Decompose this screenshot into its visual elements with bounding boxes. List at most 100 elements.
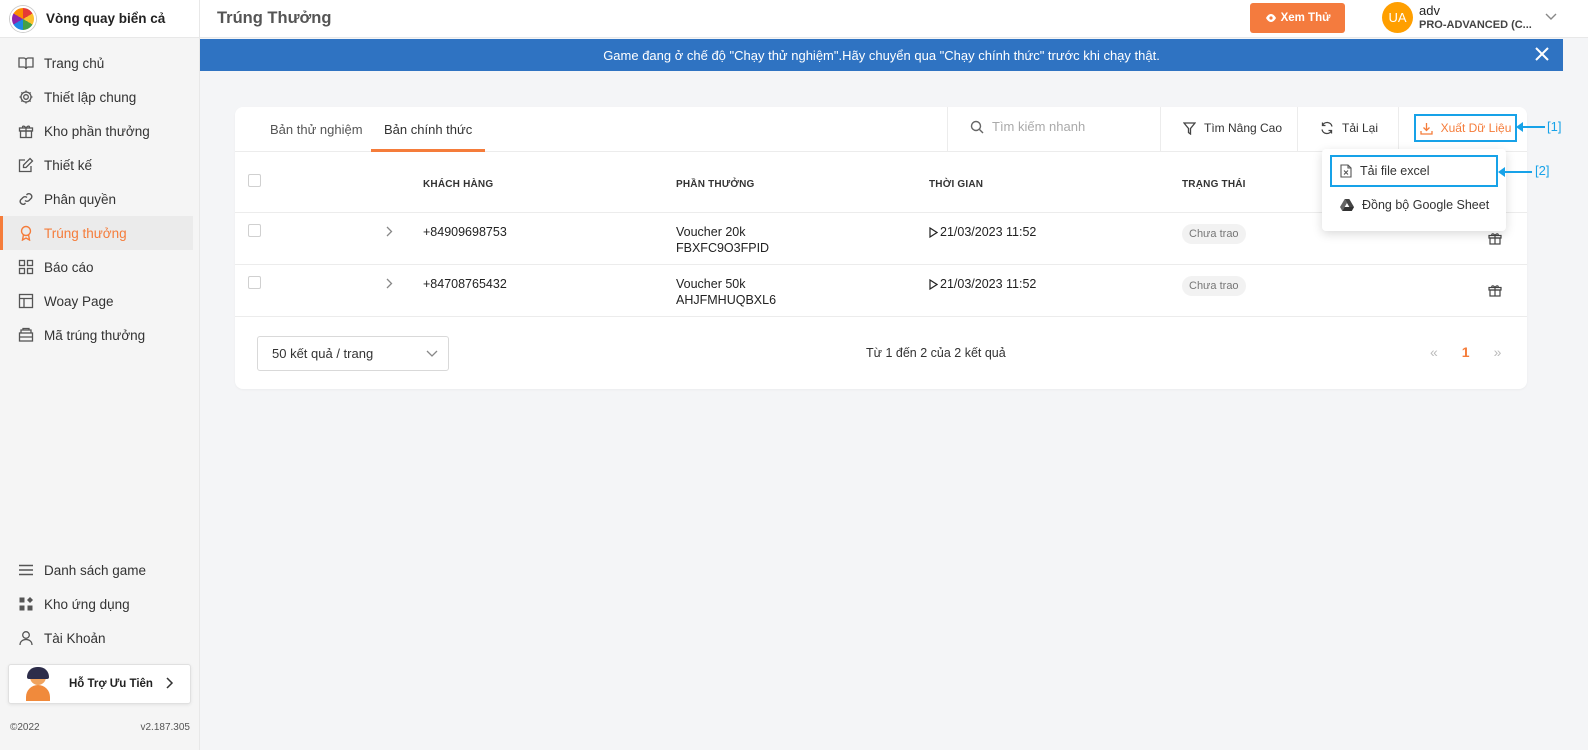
avatar: UA [1382, 2, 1413, 33]
sidebar-item-label: Tài Khoản [44, 630, 106, 646]
sidebar-item-kho-ung-dung[interactable]: Kho ứng dụng [0, 587, 194, 621]
sidebar-item-tai-khoan[interactable]: Tài Khoản [0, 621, 194, 655]
won-time: 21/03/2023 11:52 [940, 277, 1037, 291]
divider [1297, 107, 1298, 152]
sidebar-item-label: Kho phần thưởng [44, 123, 150, 139]
excel-file-icon [1340, 164, 1352, 178]
menu-item-download-excel[interactable]: Tải file excel [1330, 155, 1498, 187]
sidebar-item-trang-chu[interactable]: Trang chủ [0, 46, 193, 80]
filter-icon [1183, 121, 1196, 135]
won-time: 21/03/2023 11:52 [940, 225, 1037, 239]
book-icon [18, 55, 34, 71]
sidebar-item-label: Thiết kế [44, 157, 93, 173]
sidebar-item-ma-trung-thuong[interactable]: Mã trúng thưởng [0, 318, 193, 352]
sidebar-bottom-nav: Danh sách game Kho ứng dụng Tài Khoản [0, 553, 200, 655]
eye-icon [1265, 13, 1277, 23]
export-data-button[interactable]: Xuất Dữ Liệu [1414, 114, 1517, 142]
prev-page-icon[interactable]: « [1430, 344, 1438, 360]
pagination: « 1 » [1430, 344, 1501, 360]
advanced-search-button[interactable]: Tìm Nâng Cao [1183, 121, 1282, 135]
reward-name: Voucher 20k [676, 225, 746, 239]
status-badge: Chưa trao [1182, 224, 1246, 244]
preview-label: Xem Thử [1280, 12, 1331, 24]
sidebar-nav: Trang chủ Thiết lập chung Kho phần thưởn… [0, 46, 199, 352]
sidebar-item-label: Phân quyền [44, 191, 117, 207]
user-plan: PRO-ADVANCED (C... [1419, 18, 1532, 31]
time-cell: 21/03/2023 11:52 [929, 276, 1036, 292]
tab-test-version[interactable]: Bản thử nghiệm [270, 107, 363, 152]
layout-icon [18, 293, 34, 309]
version: v2.187.305 [140, 722, 191, 733]
menu-icon [18, 562, 34, 578]
ticket-icon [18, 327, 34, 343]
next-page-icon[interactable]: » [1494, 344, 1502, 360]
search-input[interactable] [992, 119, 1162, 134]
export-dropdown-menu: Tải file excel Đồng bộ Google Sheet [1322, 149, 1506, 231]
top-header: Trúng Thưởng Xem Thử UA adv PRO-ADVANCED… [200, 0, 1588, 38]
status-badge: Chưa trao [1182, 276, 1246, 296]
tab-official-version[interactable]: Bản chính thức [371, 107, 486, 152]
page-number[interactable]: 1 [1462, 344, 1470, 360]
page-title: Trúng Thưởng [217, 9, 332, 27]
refresh-icon [1320, 121, 1334, 135]
gear-icon [18, 89, 34, 105]
select-all-checkbox[interactable] [248, 174, 261, 187]
sidebar-item-label: Kho ứng dụng [44, 596, 130, 612]
play-icon [929, 278, 938, 290]
table-row: +84708765432 Voucher 50k AHJFMHUQBXL6 21… [235, 265, 1527, 317]
card-toolbar: Bản thử nghiệm Bản chính thức Tìm Nâng C… [235, 107, 1527, 152]
divider [1160, 107, 1161, 152]
sidebar: Vòng quay biển cả Trang chủ Thiết lập ch… [0, 0, 200, 750]
reward-cell: Voucher 20k FBXFC9O3FPID [676, 224, 769, 256]
gift-icon[interactable] [1488, 283, 1502, 300]
sidebar-item-label: Trang chủ [44, 55, 105, 71]
chevron-right-icon[interactable] [385, 225, 393, 240]
edit-icon [18, 157, 34, 173]
brand[interactable]: Vòng quay biển cả [0, 0, 199, 38]
sidebar-item-danh-sach-game[interactable]: Danh sách game [0, 553, 194, 587]
column-header-customer[interactable]: KHÁCH HÀNG [423, 179, 493, 190]
sidebar-item-woay-page[interactable]: Woay Page [0, 284, 193, 318]
reload-label: Tải Lại [1342, 121, 1379, 135]
sidebar-item-thiet-ke[interactable]: Thiết kế [0, 148, 193, 182]
sidebar-item-thiet-lap-chung[interactable]: Thiết lập chung [0, 80, 193, 114]
chevron-down-icon [426, 350, 438, 358]
user-menu[interactable]: UA adv PRO-ADVANCED (C... [1382, 2, 1532, 33]
reward-name: Voucher 50k [676, 277, 746, 291]
sidebar-item-bao-cao[interactable]: Báo cáo [0, 250, 193, 284]
column-header-time[interactable]: THỜI GIAN [929, 179, 983, 190]
column-header-reward[interactable]: PHẦN THƯỞNG [676, 179, 754, 190]
menu-item-sync-google-sheet[interactable]: Đồng bộ Google Sheet [1332, 191, 1496, 219]
page-size-value: 50 kết quả / trang [272, 346, 374, 361]
time-cell: 21/03/2023 11:52 [929, 224, 1036, 240]
quick-search [970, 119, 1162, 134]
advanced-search-label: Tìm Nâng Cao [1204, 121, 1283, 135]
pagination-info: Từ 1 đến 2 của 2 kết quả [866, 346, 1006, 360]
play-icon [929, 226, 938, 238]
page-size-select[interactable]: 50 kết quả / trang [257, 336, 449, 371]
close-icon[interactable] [1535, 45, 1549, 66]
brand-logo [10, 5, 36, 32]
annotation-label: [2] [1535, 163, 1550, 178]
preview-button[interactable]: Xem Thử [1250, 3, 1345, 33]
support-agent-avatar [23, 667, 53, 701]
menu-item-label: Tải file excel [1360, 164, 1430, 178]
chevron-right-icon[interactable] [385, 277, 393, 292]
sidebar-item-label: Mã trúng thưởng [44, 327, 146, 343]
priority-support-button[interactable]: Hỗ Trợ Ưu Tiên [8, 664, 191, 704]
test-mode-banner: Game đang ở chế độ "Chạy thử nghiệm".Hãy… [200, 39, 1563, 71]
row-checkbox[interactable] [248, 224, 261, 237]
reload-button[interactable]: Tải Lại [1320, 121, 1378, 135]
link-icon [18, 191, 34, 207]
annotation-arrow [1516, 122, 1545, 132]
row-checkbox[interactable] [248, 276, 261, 289]
column-header-status[interactable]: TRẠNG THÁI [1182, 179, 1246, 190]
chevron-down-icon[interactable] [1545, 10, 1557, 24]
sidebar-item-phan-quyen[interactable]: Phân quyền [0, 182, 193, 216]
grid-icon [18, 259, 34, 275]
app-name: Vòng quay biển cả [46, 11, 166, 26]
annotation-arrow [1498, 167, 1532, 177]
sidebar-item-trung-thuong[interactable]: Trúng thưởng [0, 216, 193, 250]
sidebar-item-kho-phan-thuong[interactable]: Kho phần thưởng [0, 114, 193, 148]
gift-icon[interactable] [1488, 231, 1502, 248]
